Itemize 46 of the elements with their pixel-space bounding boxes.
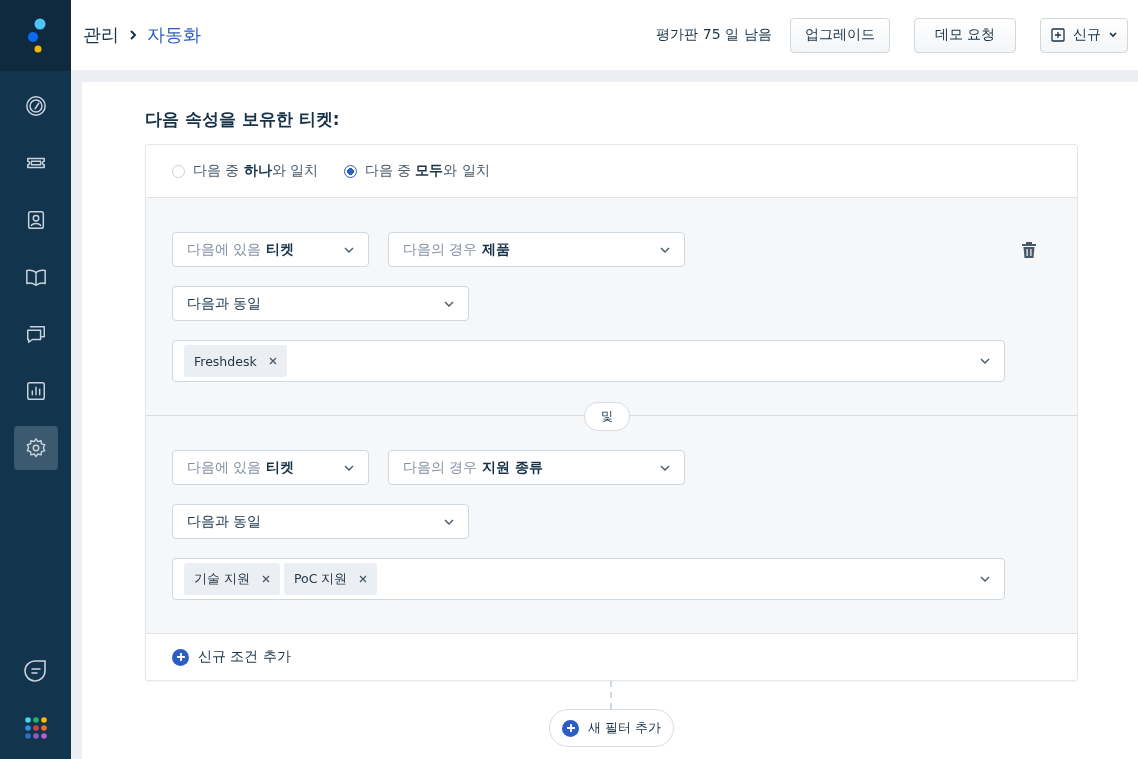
breadcrumb-link[interactable]: 관리: [83, 23, 119, 47]
section-title: 다음 속성을 보유한 티켓:: [145, 108, 340, 131]
caret-icon: [980, 358, 990, 364]
field-dropdown[interactable]: 다음의 경우 지원 종류: [388, 450, 685, 485]
plus-square-icon: [1051, 28, 1065, 42]
value-tag: PoC 지원: [284, 563, 378, 595]
value-tag: Freshdesk: [184, 345, 287, 377]
source-dropdown[interactable]: 다음에 있음 티켓: [172, 232, 369, 267]
caret-icon: [980, 576, 990, 582]
caret-icon: [444, 300, 454, 307]
caret-icon: [660, 246, 670, 253]
remove-icon[interactable]: [268, 357, 277, 365]
chat-icon[interactable]: [23, 659, 48, 683]
add-filter-button[interactable]: 새 필터 추가: [549, 709, 675, 747]
chevron-icon: [129, 29, 137, 41]
caret-icon: [344, 464, 354, 471]
caret-icon: [344, 246, 354, 253]
trial-text: 평가판 75 일 남음: [656, 26, 772, 44]
caret-icon: [660, 464, 670, 471]
values-field[interactable]: Freshdesk: [172, 340, 1005, 382]
header-button[interactable]: 업그레이드: [789, 17, 890, 53]
match-radio[interactable]: 다음 중 모두와 일치: [343, 162, 490, 180]
match-radio[interactable]: 다음 중 하나와 일치: [172, 162, 318, 180]
caret-icon: [444, 518, 454, 525]
chat-icon: [24, 323, 47, 345]
plus-icon: [562, 719, 579, 737]
values-field[interactable]: 기술 지원 PoC 지원: [172, 558, 1005, 600]
caret-icon: [1109, 32, 1117, 38]
add-condition-button[interactable]: 신규 조건 추가: [172, 648, 291, 666]
apps-icon[interactable]: [24, 717, 47, 739]
chart-icon: [24, 380, 47, 402]
delete-icon[interactable]: [1021, 240, 1037, 259]
breadcrumb-current: 자동화: [147, 23, 201, 47]
header-button[interactable]: 데모 요청: [913, 17, 1016, 53]
remove-icon[interactable]: [359, 575, 368, 583]
value-tag: 기술 지원: [184, 563, 280, 595]
settings-icon: [24, 437, 47, 459]
plus-icon: [172, 648, 189, 666]
sidebar-item[interactable]: [13, 426, 58, 470]
gauge-icon: [24, 95, 47, 117]
source-dropdown[interactable]: 다음에 있음 티켓: [172, 450, 369, 485]
operator-dropdown[interactable]: 다음과 동일: [172, 504, 469, 539]
field-dropdown[interactable]: 다음의 경우 제품: [388, 232, 685, 267]
operator-dropdown[interactable]: 다음과 동일: [172, 286, 469, 321]
remove-icon[interactable]: [262, 575, 270, 583]
new-button[interactable]: 신규: [1040, 17, 1128, 53]
